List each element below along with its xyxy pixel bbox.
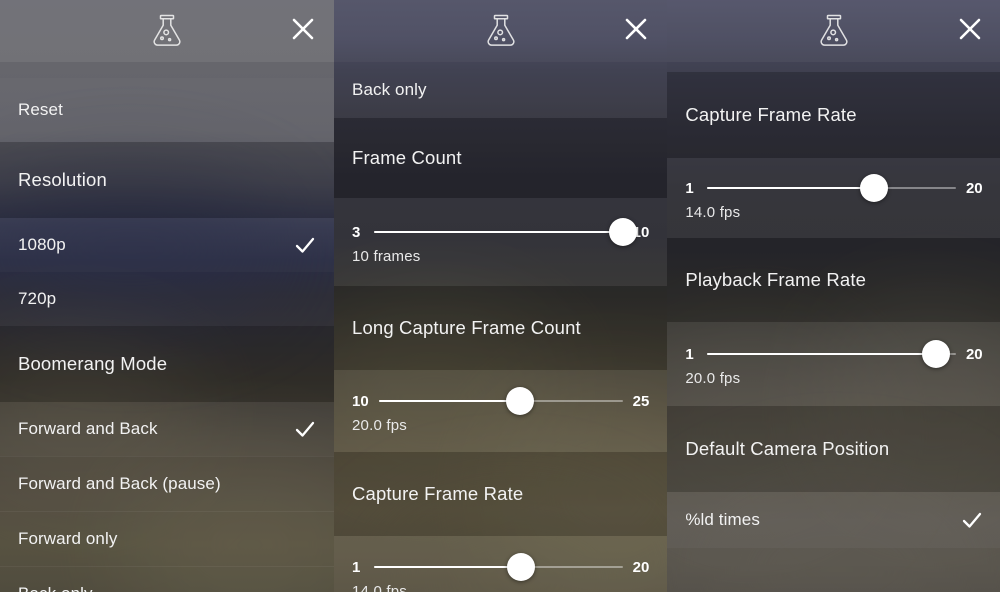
section-header-label: Resolution [18, 169, 107, 190]
section-header-label: Capture Frame Rate [685, 104, 857, 125]
section-header-label: Playback Frame Rate [685, 269, 867, 290]
slider-max-label: 20 [632, 558, 650, 576]
slider-min-label: 1 [685, 345, 694, 363]
flask-icon [150, 12, 184, 50]
slider-track-fill [707, 353, 937, 355]
close-x-icon [290, 16, 316, 47]
slider-track[interactable] [374, 218, 637, 246]
slider-max-label: 20 [965, 345, 983, 363]
settings-panel-resolution: Reset Resolution 1080p 720p Boomerang Mo… [0, 0, 334, 592]
slider-thumb[interactable] [506, 387, 535, 415]
section-header-label: Capture Frame Rate [352, 483, 524, 504]
slider-frame-count[interactable]: 3 10 10 frames [334, 198, 668, 286]
slider-thumb[interactable] [859, 174, 888, 202]
slider-value-label: 20.0 fps [685, 370, 741, 387]
list-item-forward-only[interactable]: Forward only [0, 512, 334, 566]
list-item-label: %ld times [685, 510, 760, 529]
list-item-label: 720p [18, 289, 57, 308]
section-header-label: Long Capture Frame Count [352, 317, 581, 338]
list-item-label: Back only [18, 584, 93, 592]
settings-list[interactable]: Back only Frame Count 3 10 10 frames Lon… [334, 62, 668, 592]
settings-list[interactable]: Reset Resolution 1080p 720p Boomerang Mo… [0, 78, 334, 592]
slider-capture-frame-rate[interactable]: 1 20 14.0 fps [667, 158, 1000, 238]
list-item-forward-and-back[interactable]: Forward and Back [0, 402, 334, 456]
slider-track-row[interactable]: 1 20 [685, 174, 983, 202]
slider-min-label: 1 [352, 558, 361, 576]
settings-panel-frame-count: Back only Frame Count 3 10 10 frames Lon… [334, 0, 668, 592]
slider-track-fill [378, 400, 521, 402]
slider-value-label: 10 frames [352, 248, 421, 265]
list-item-720p[interactable]: 720p [0, 272, 334, 326]
slider-value-label: 14.0 fps [685, 204, 741, 221]
slider-track-row[interactable]: 10 25 [352, 387, 650, 415]
section-header-default-camera-position: Default Camera Position [667, 406, 1000, 492]
list-item-back-only[interactable]: Back only [0, 567, 334, 592]
slider-track-fill [707, 187, 874, 189]
slider-long-capture-frame-count[interactable]: 10 25 20.0 fps [334, 370, 668, 452]
list-item-label: Forward and Back [18, 419, 158, 438]
slider-track[interactable] [374, 553, 623, 581]
section-header-label: Default Camera Position [685, 438, 890, 459]
section-header-playback-frame-rate: Playback Frame Rate [667, 238, 1000, 322]
slider-value-label: 20.0 fps [352, 417, 407, 434]
list-item-forward-and-back-pause[interactable]: Forward and Back (pause) [0, 457, 334, 511]
section-header-capture-frame-rate: Capture Frame Rate [667, 72, 1000, 158]
settings-panel-frame-rate: Capture Frame Rate 1 20 14.0 fps Playbac… [667, 0, 1000, 592]
close-button[interactable] [272, 0, 334, 62]
slider-thumb[interactable] [922, 340, 951, 368]
checkmark-icon [294, 234, 316, 256]
slider-track-row[interactable]: 1 20 [352, 553, 650, 581]
list-item-1080p[interactable]: 1080p [0, 218, 334, 272]
list-item-label: Back only [352, 80, 427, 99]
slider-track[interactable] [707, 340, 956, 368]
slider-max-label: 25 [632, 392, 650, 410]
close-x-icon [623, 16, 649, 47]
settings-list[interactable]: Capture Frame Rate 1 20 14.0 fps Playbac… [667, 72, 1000, 548]
close-x-icon [957, 16, 983, 47]
list-item-label: Forward only [18, 529, 118, 548]
flask-icon [817, 12, 851, 50]
header-underbar [0, 62, 334, 78]
list-item-label: 1080p [18, 235, 66, 254]
slider-playback-frame-rate[interactable]: 1 20 20.0 fps [667, 322, 1000, 406]
slider-track-row[interactable]: 3 10 [352, 218, 649, 246]
slider-capture-frame-rate[interactable]: 1 20 14.0 fps [334, 536, 668, 592]
slider-min-label: 3 [352, 223, 361, 241]
slider-min-label: 1 [685, 179, 694, 197]
section-header-label: Boomerang Mode [18, 353, 168, 374]
panel-header [334, 0, 668, 62]
panel-header [667, 0, 1000, 62]
section-header-capture-frame-rate: Capture Frame Rate [334, 452, 668, 536]
slider-track[interactable] [707, 174, 956, 202]
list-item-reset[interactable]: Reset [0, 78, 334, 142]
list-item-label: Reset [18, 100, 63, 119]
slider-track-fill [374, 566, 521, 568]
checkmark-icon [294, 418, 316, 440]
close-button[interactable] [939, 0, 1000, 62]
section-header-label: Frame Count [352, 147, 462, 168]
slider-thumb[interactable] [506, 553, 535, 581]
section-header-frame-count: Frame Count [334, 118, 668, 198]
slider-max-label: 20 [965, 179, 983, 197]
list-item-percent-ld-times[interactable]: %ld times [667, 492, 1000, 548]
checkmark-icon [961, 509, 983, 531]
panel-header [0, 0, 334, 62]
settings-screen: Reset Resolution 1080p 720p Boomerang Mo… [0, 0, 1000, 592]
section-header-long-capture-frame-count: Long Capture Frame Count [334, 286, 668, 370]
slider-value-label: 14.0 fps [352, 583, 407, 592]
list-item-label: Forward and Back (pause) [18, 474, 221, 493]
close-button[interactable] [605, 0, 667, 62]
slider-track-row[interactable]: 1 20 [685, 340, 983, 368]
slider-min-label: 10 [352, 392, 369, 410]
slider-track[interactable] [378, 387, 623, 415]
section-header-resolution: Resolution [0, 142, 334, 218]
slider-track-fill [374, 231, 623, 233]
header-underbar [667, 62, 1000, 72]
section-header-boomerang-mode: Boomerang Mode [0, 326, 334, 402]
slider-thumb[interactable] [608, 218, 637, 246]
flask-icon [484, 12, 518, 50]
list-item-back-only[interactable]: Back only [334, 62, 667, 118]
